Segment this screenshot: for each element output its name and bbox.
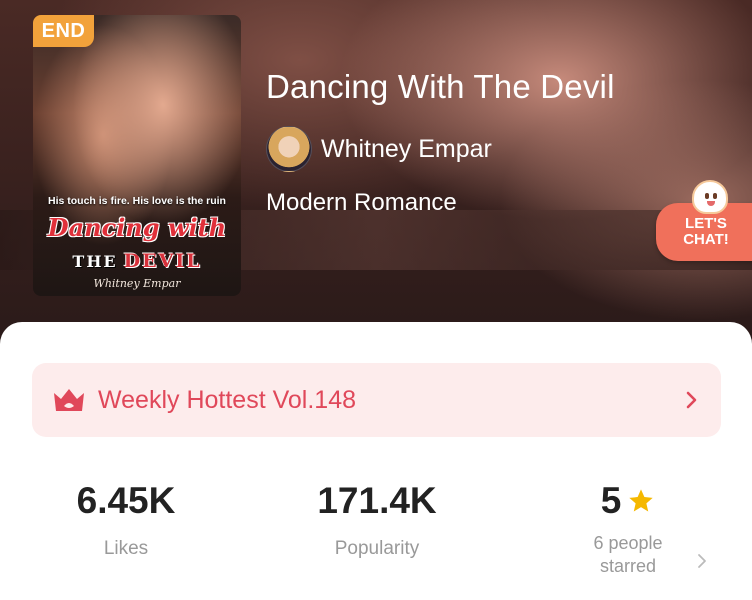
cover-title-devil: DEVIL: [123, 250, 202, 272]
stat-popularity: 171.4K Popularity: [297, 480, 457, 560]
likes-value: 6.45K: [76, 480, 176, 521]
rating-count-label: 6 people starred: [568, 532, 688, 578]
lets-chat-line1: LET'S: [685, 215, 727, 232]
ranking-label: Weekly Hottest Vol.148: [98, 385, 357, 414]
chevron-right-icon: [686, 391, 697, 409]
stat-likes: 6.45K Likes: [56, 480, 196, 560]
rating-count-line1: 6 people: [593, 533, 663, 553]
cover-author-signature: Whitney Empar: [93, 277, 181, 290]
end-badge: END: [33, 15, 94, 47]
popularity-label: Popularity: [334, 538, 420, 559]
lets-chat-line2: CHAT!: [683, 231, 729, 248]
popularity-value: 171.4K: [317, 480, 437, 521]
star-icon: [629, 489, 653, 512]
stat-rating[interactable]: 5 6 people starred: [568, 480, 688, 578]
author-avatar[interactable]: [266, 126, 312, 172]
cover-title-line2: THE DEVIL: [33, 250, 241, 272]
cover-tagline: His touch is fire. His love is the ruin: [48, 195, 226, 207]
rating-count-line2: starred: [599, 556, 657, 576]
cover-title-line1: Dancing with: [47, 213, 227, 242]
rating-value: 5: [600, 480, 622, 521]
book-cover[interactable]: END His touch is fire. His love is the r…: [33, 15, 241, 296]
author-row[interactable]: Whitney Empar: [266, 126, 492, 172]
ghost-eye-left: [705, 193, 709, 199]
rating-chevron-right-icon[interactable]: [697, 553, 707, 569]
cover-title-the: THE: [72, 252, 118, 271]
ghost-mouth: [707, 201, 715, 206]
chat-ghost-icon[interactable]: [692, 180, 728, 214]
likes-label: Likes: [103, 538, 149, 559]
rating-row: 5: [568, 480, 688, 522]
author-name[interactable]: Whitney Empar: [321, 135, 492, 164]
genre-label[interactable]: Modern Romance: [266, 189, 457, 217]
ranking-banner[interactable]: Weekly Hottest Vol.148: [32, 363, 721, 437]
ghost-eye-right: [713, 193, 717, 199]
book-title: Dancing With The Devil: [266, 68, 615, 105]
crown-icon: [54, 389, 84, 411]
